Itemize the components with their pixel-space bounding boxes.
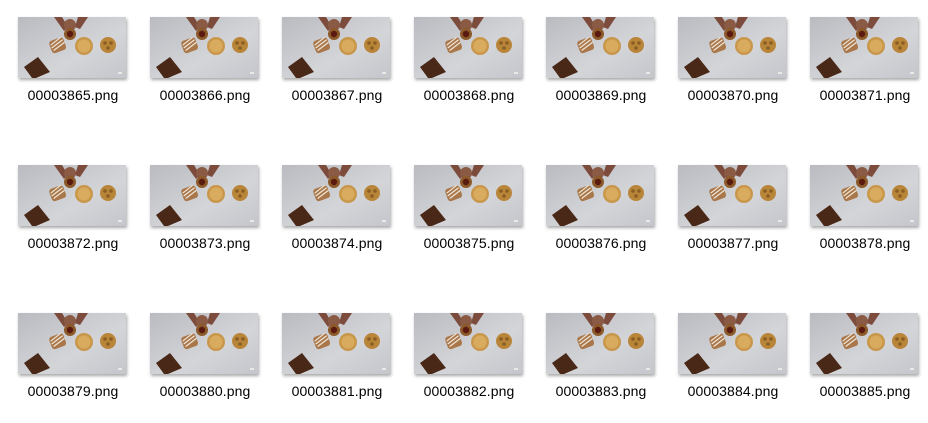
file-item[interactable]: 00003873.png xyxy=(132,148,260,258)
cookies-photo-icon xyxy=(150,17,258,78)
cookies-photo-icon xyxy=(282,313,390,374)
cookies-photo-icon xyxy=(414,313,522,374)
file-item[interactable]: 00003872.png xyxy=(0,148,128,258)
file-item[interactable]: 00003865.png xyxy=(0,0,128,110)
image-thumbnail[interactable] xyxy=(414,165,522,226)
file-item[interactable]: 00003866.png xyxy=(132,0,260,110)
image-thumbnail[interactable] xyxy=(678,165,786,226)
file-name-label: 00003874.png xyxy=(291,235,383,251)
image-thumbnail[interactable] xyxy=(546,313,654,374)
cookies-photo-icon xyxy=(810,17,918,78)
image-thumbnail[interactable] xyxy=(150,17,258,78)
file-item[interactable]: 00003869.png xyxy=(528,0,656,110)
file-name-label: 00003872.png xyxy=(27,235,119,251)
file-item[interactable]: 00003880.png xyxy=(132,296,260,406)
file-name-label: 00003865.png xyxy=(27,87,119,103)
file-name-label: 00003880.png xyxy=(159,383,251,399)
image-thumbnail[interactable] xyxy=(810,17,918,78)
image-thumbnail[interactable] xyxy=(810,165,918,226)
file-name-label: 00003885.png xyxy=(819,383,911,399)
file-name-label: 00003868.png xyxy=(423,87,515,103)
image-thumbnail[interactable] xyxy=(18,17,126,78)
image-thumbnail[interactable] xyxy=(414,313,522,374)
file-name-label: 00003884.png xyxy=(687,383,779,399)
file-item[interactable]: 00003882.png xyxy=(396,296,524,406)
file-name-label: 00003871.png xyxy=(819,87,911,103)
cookies-photo-icon xyxy=(18,17,126,78)
image-thumbnail[interactable] xyxy=(150,165,258,226)
file-name-label: 00003878.png xyxy=(819,235,911,251)
image-thumbnail[interactable] xyxy=(18,313,126,374)
image-thumbnail[interactable] xyxy=(414,17,522,78)
cookies-photo-icon xyxy=(414,17,522,78)
file-item[interactable]: 00003874.png xyxy=(264,148,392,258)
file-item[interactable]: 00003878.png xyxy=(792,148,920,258)
file-name-label: 00003876.png xyxy=(555,235,647,251)
image-thumbnail[interactable] xyxy=(678,17,786,78)
image-thumbnail[interactable] xyxy=(150,313,258,374)
file-name-label: 00003883.png xyxy=(555,383,647,399)
cookies-photo-icon xyxy=(810,313,918,374)
cookies-photo-icon xyxy=(150,165,258,226)
file-name-label: 00003881.png xyxy=(291,383,383,399)
file-item[interactable]: 00003885.png xyxy=(792,296,920,406)
file-name-label: 00003875.png xyxy=(423,235,515,251)
file-item[interactable]: 00003875.png xyxy=(396,148,524,258)
cookies-photo-icon xyxy=(282,17,390,78)
file-name-label: 00003867.png xyxy=(291,87,383,103)
image-thumbnail[interactable] xyxy=(546,17,654,78)
cookies-photo-icon xyxy=(150,313,258,374)
file-item[interactable]: 00003876.png xyxy=(528,148,656,258)
cookies-photo-icon xyxy=(678,17,786,78)
file-item[interactable]: 00003871.png xyxy=(792,0,920,110)
cookies-photo-icon xyxy=(810,165,918,226)
file-item[interactable]: 00003879.png xyxy=(0,296,128,406)
file-item[interactable]: 00003884.png xyxy=(660,296,788,406)
file-name-label: 00003870.png xyxy=(687,87,779,103)
cookies-photo-icon xyxy=(18,165,126,226)
cookies-photo-icon xyxy=(18,313,126,374)
cookies-photo-icon xyxy=(678,165,786,226)
file-name-label: 00003882.png xyxy=(423,383,515,399)
file-name-label: 00003879.png xyxy=(27,383,119,399)
file-grid: 00003865.png 00003866.png 00003867.png 0… xyxy=(0,0,928,423)
image-thumbnail[interactable] xyxy=(18,165,126,226)
cookies-photo-icon xyxy=(546,17,654,78)
file-item[interactable]: 00003867.png xyxy=(264,0,392,110)
cookies-photo-icon xyxy=(282,165,390,226)
image-thumbnail[interactable] xyxy=(546,165,654,226)
image-thumbnail[interactable] xyxy=(282,165,390,226)
file-name-label: 00003869.png xyxy=(555,87,647,103)
file-item[interactable]: 00003883.png xyxy=(528,296,656,406)
file-item[interactable]: 00003868.png xyxy=(396,0,524,110)
cookies-photo-icon xyxy=(546,165,654,226)
file-item[interactable]: 00003881.png xyxy=(264,296,392,406)
image-thumbnail[interactable] xyxy=(282,17,390,78)
image-thumbnail[interactable] xyxy=(282,313,390,374)
file-item[interactable]: 00003877.png xyxy=(660,148,788,258)
image-thumbnail[interactable] xyxy=(810,313,918,374)
file-name-label: 00003877.png xyxy=(687,235,779,251)
cookies-photo-icon xyxy=(678,313,786,374)
image-thumbnail[interactable] xyxy=(678,313,786,374)
file-name-label: 00003866.png xyxy=(159,87,251,103)
cookies-photo-icon xyxy=(546,313,654,374)
cookies-photo-icon xyxy=(414,165,522,226)
file-name-label: 00003873.png xyxy=(159,235,251,251)
file-item[interactable]: 00003870.png xyxy=(660,0,788,110)
